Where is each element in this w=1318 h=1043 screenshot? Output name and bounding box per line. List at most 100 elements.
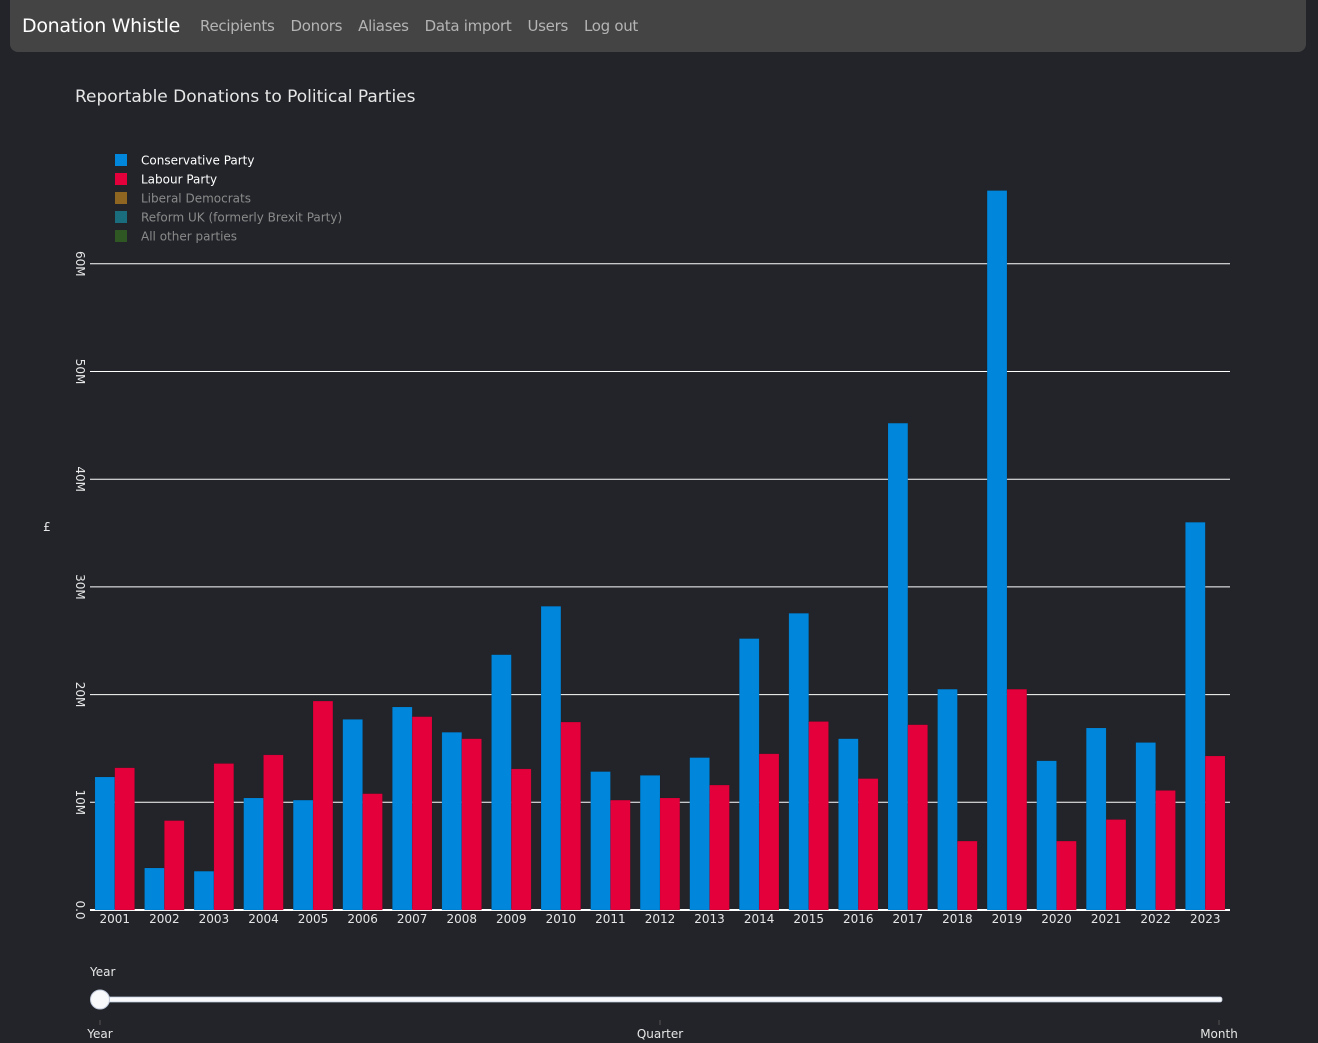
legend-swatch: [115, 173, 127, 185]
bar-labour-party-2013[interactable]: [709, 784, 730, 911]
nav-log-out[interactable]: Log out: [584, 17, 638, 35]
bar-conservative-party-2020[interactable]: [1036, 760, 1057, 911]
brand-link[interactable]: Donation Whistle: [22, 15, 180, 37]
legend-swatch: [115, 230, 127, 242]
bar-conservative-party-2019[interactable]: [986, 190, 1008, 911]
bar-conservative-party-2009[interactable]: [491, 654, 512, 911]
bar-labour-party-2012[interactable]: [659, 797, 681, 911]
legend-label: Labour Party: [141, 173, 217, 187]
bar-labour-party-2022[interactable]: [1155, 790, 1176, 911]
navbar: Donation Whistle Recipients Donors Alias…: [10, 0, 1306, 52]
bar-labour-party-2019[interactable]: [1006, 688, 1028, 911]
bar-labour-party-2009[interactable]: [511, 768, 532, 911]
x-axis-ticks: 2001 2002 2003 2004 2005 2006 2007 2008 2009 2010…: [100, 912, 1221, 926]
bar-conservative-party-2005[interactable]: [292, 799, 314, 911]
bar-conservative-party-2018[interactable]: [937, 688, 958, 911]
bar-conservative-party-2013[interactable]: [689, 757, 710, 911]
bar-labour-party-2010[interactable]: [560, 721, 581, 911]
legend-label: Liberal Democrats: [141, 192, 251, 206]
nav-users[interactable]: Users: [527, 17, 568, 35]
bar-labour-party-2007[interactable]: [411, 716, 433, 911]
bar-labour-party-2002[interactable]: [164, 820, 185, 911]
x-tick-label: 2017: [893, 912, 924, 926]
bar-labour-party-2020[interactable]: [1056, 840, 1077, 911]
legend-item-conservative-party[interactable]: Conservative Party: [115, 154, 254, 168]
bar-labour-party-2005[interactable]: [312, 700, 334, 911]
bar-conservative-party-2008[interactable]: [441, 732, 462, 911]
slider-current-label: Year: [89, 965, 115, 979]
slider-option-quarter[interactable]: Quarter: [637, 1027, 683, 1041]
legend-label: All other parties: [141, 230, 237, 244]
chart-title: Reportable Donations to Political Partie…: [75, 87, 416, 107]
x-tick-label: 2004: [248, 912, 279, 926]
bar-conservative-party-2010[interactable]: [540, 606, 562, 911]
bar-labour-party-2021[interactable]: [1105, 819, 1127, 911]
bar-labour-party-2017[interactable]: [907, 724, 928, 911]
slider-option-year[interactable]: Year: [86, 1027, 112, 1041]
x-tick-label: 2005: [298, 912, 329, 926]
bar-labour-party-2018[interactable]: [957, 840, 978, 911]
y-tick-label: 60M: [73, 251, 87, 277]
bar-conservative-party-2022[interactable]: [1135, 742, 1156, 911]
bar-conservative-party-2003[interactable]: [193, 870, 215, 911]
x-tick-label: 2010: [546, 912, 577, 926]
x-tick-label: 2019: [992, 912, 1023, 926]
bar-conservative-party-2006[interactable]: [342, 719, 363, 911]
bar-labour-party-2015[interactable]: [808, 721, 829, 911]
x-tick-label: 2021: [1091, 912, 1122, 926]
x-tick-label: 2022: [1140, 912, 1171, 926]
bars: [94, 190, 1226, 911]
bar-labour-party-2004[interactable]: [263, 754, 284, 911]
bar-conservative-party-2002[interactable]: [144, 867, 165, 911]
nav-recipients[interactable]: Recipients: [200, 17, 275, 35]
legend: Conservative Party Labour Party Liberal De…: [115, 154, 342, 244]
bar-conservative-party-2004[interactable]: [243, 797, 264, 911]
bar-labour-party-2014[interactable]: [758, 753, 780, 911]
bar-conservative-party-2016[interactable]: [838, 738, 859, 911]
bar-labour-party-2023[interactable]: [1204, 755, 1226, 911]
bar-conservative-party-2012[interactable]: [639, 775, 661, 911]
legend-label: Conservative Party: [141, 154, 254, 168]
legend-item-reform-uk-formerly-brexit-party-[interactable]: Reform UK (formerly Brexit Party): [115, 211, 342, 225]
legend-swatch: [115, 154, 127, 166]
x-tick-label: 2001: [100, 912, 131, 926]
legend-swatch: [115, 192, 127, 204]
x-tick-label: 2009: [496, 912, 527, 926]
bar-labour-party-2008[interactable]: [461, 738, 482, 911]
bar-labour-party-2016[interactable]: [858, 778, 879, 911]
nav-aliases[interactable]: Aliases: [358, 17, 409, 35]
legend-swatch: [115, 211, 127, 223]
slider-option-month[interactable]: Month: [1200, 1027, 1238, 1041]
legend-item-labour-party[interactable]: Labour Party: [115, 173, 217, 187]
x-tick-label: 2006: [347, 912, 378, 926]
slider-rail[interactable]: [99, 996, 1223, 1003]
y-tick-label: 30M: [73, 574, 87, 600]
bar-conservative-party-2017[interactable]: [887, 422, 909, 911]
slider-handle[interactable]: [90, 989, 110, 1010]
nav-data-import[interactable]: Data import: [425, 17, 512, 35]
y-axis-ticks: 0.0 10M 20M 30M 40M 50M 60M: [73, 251, 87, 920]
bar-labour-party-2001[interactable]: [114, 767, 135, 911]
x-tick-label: 2011: [595, 912, 626, 926]
granularity-slider: Year Year Quarter Month: [86, 965, 1238, 1041]
legend-item-liberal-democrats[interactable]: Liberal Democrats: [115, 192, 251, 206]
x-tick-label: 2016: [843, 912, 874, 926]
bar-conservative-party-2023[interactable]: [1185, 522, 1206, 911]
donations-chart: Reportable Donations to Political Partie…: [43, 87, 1238, 1041]
x-tick-label: 2018: [942, 912, 973, 926]
x-tick-label: 2020: [1041, 912, 1072, 926]
bar-conservative-party-2015[interactable]: [788, 613, 809, 911]
legend-item-all-other-parties[interactable]: All other parties: [115, 230, 237, 244]
x-tick-label: 2007: [397, 912, 428, 926]
bar-conservative-party-2021[interactable]: [1086, 727, 1107, 911]
bar-conservative-party-2007[interactable]: [392, 706, 413, 911]
bar-labour-party-2006[interactable]: [362, 793, 383, 911]
bar-conservative-party-2011[interactable]: [590, 771, 611, 911]
nav-donors[interactable]: Donors: [291, 17, 343, 35]
bar-conservative-party-2001[interactable]: [94, 776, 116, 911]
y-tick-label: 50M: [73, 359, 87, 385]
x-tick-label: 2013: [694, 912, 725, 926]
bar-labour-party-2011[interactable]: [610, 799, 631, 911]
bar-labour-party-2003[interactable]: [213, 763, 234, 911]
bar-conservative-party-2014[interactable]: [739, 638, 760, 911]
